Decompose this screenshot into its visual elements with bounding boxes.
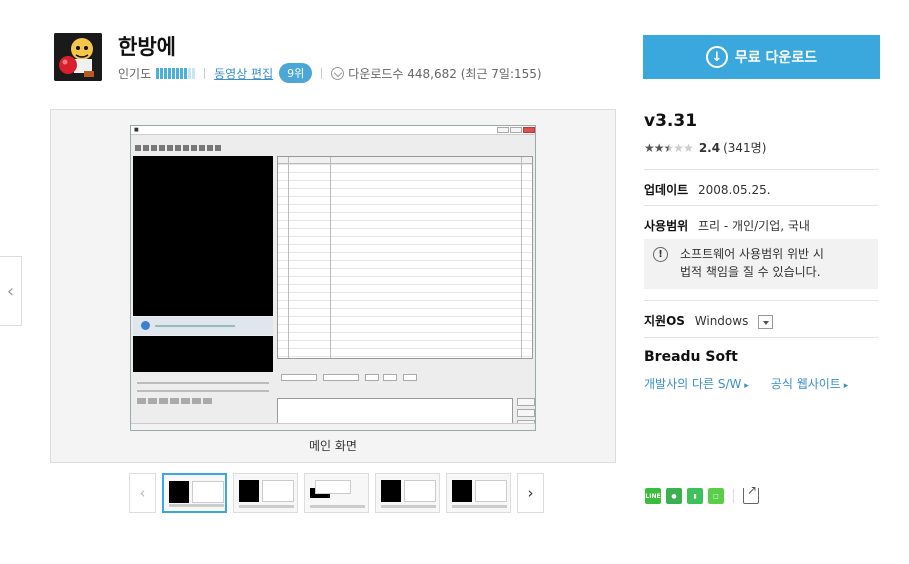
- download-count-icon: [331, 66, 345, 80]
- download-count: 다운로드수 448,682 (최근 7일:155): [348, 66, 542, 81]
- band-share-icon[interactable]: □: [708, 488, 724, 504]
- star-icon: ★: [683, 140, 694, 155]
- chevron-left-icon[interactable]: ‹: [0, 256, 22, 326]
- popularity-segment: [180, 67, 184, 79]
- developer-website-link[interactable]: 공식 웹사이트: [771, 375, 848, 392]
- star-rating-icon: ★★★★★: [644, 140, 694, 155]
- rating: ★★★★★ 2.4 (341명): [644, 139, 766, 156]
- screenshot-image: ■: [130, 125, 536, 431]
- warning-line-1: 소프트웨어 사용범위 위반 시: [680, 247, 824, 261]
- mock-window-controls: [497, 127, 535, 133]
- popularity-bar: [156, 67, 196, 79]
- warning-line-2: 법적 책임을 질 수 있습니다.: [680, 265, 821, 279]
- download-button-label: 무료 다운로드: [734, 50, 818, 66]
- mock-playback-controls: [133, 376, 273, 424]
- developer-name: Breadu Soft: [644, 349, 738, 365]
- divider: [644, 169, 878, 170]
- star-icon: ★: [673, 140, 684, 155]
- thumbnail-next-button[interactable]: ›: [517, 473, 544, 513]
- update-date: 2008.05.25.: [698, 183, 771, 197]
- popularity-segment: [184, 67, 188, 79]
- license-row: 사용범위 프리 - 개인/기업, 국내: [644, 217, 810, 234]
- app-icon: [54, 33, 102, 81]
- exclamation-icon: !: [653, 247, 668, 262]
- mock-menubar: [131, 135, 535, 143]
- kakao-share-icon[interactable]: ●: [666, 488, 682, 504]
- star-icon: ★: [653, 140, 665, 155]
- free-download-button[interactable]: ↓ 무료 다운로드: [643, 35, 880, 79]
- popularity-segment: [164, 67, 168, 79]
- download-circle-icon: ↓: [705, 46, 728, 68]
- os-row: 지원OS Windows: [644, 312, 774, 329]
- popularity-segment: [176, 67, 180, 79]
- mock-video-controls: [133, 317, 273, 335]
- popularity-segment: [188, 67, 192, 79]
- popularity-segment: [192, 67, 196, 79]
- thumbnail-strip: ‹ ›: [129, 473, 544, 513]
- meta-divider: [321, 67, 323, 79]
- screenshot-caption: 메인 화면: [309, 439, 357, 453]
- meta-divider: [204, 67, 206, 79]
- mock-statusbar: [131, 423, 535, 430]
- star-icon: ★: [663, 140, 675, 155]
- os-value: Windows: [694, 314, 749, 328]
- mock-titlebar: ■: [131, 126, 535, 135]
- chevron-right-icon: ›: [527, 484, 534, 502]
- popularity-segment: [156, 67, 160, 79]
- app-meta: 인기도 동영상 편집 9위 다운로드수 448,682 (최근 7일:155): [118, 63, 542, 83]
- os-dropdown-button[interactable]: [758, 314, 774, 329]
- line-share-icon[interactable]: LINE: [645, 488, 661, 504]
- mock-toolbar: [131, 143, 535, 152]
- star-icon: ★: [644, 140, 655, 155]
- developer-links: 개발사의 다른 S/W 공식 웹사이트: [644, 375, 848, 392]
- app-title: 한방에: [118, 35, 176, 59]
- thumbnail-2[interactable]: [233, 473, 298, 513]
- popularity-segment: [168, 67, 172, 79]
- divider: [644, 205, 878, 206]
- popularity-label: 인기도: [118, 66, 152, 81]
- divider: [644, 337, 878, 338]
- popularity-segment: [160, 67, 164, 79]
- share-divider: [733, 489, 734, 503]
- popularity-segment: [172, 67, 176, 79]
- screenshot-viewer[interactable]: ■ 메인 화면: [50, 109, 616, 463]
- update-row: 업데이트 2008.05.25.: [644, 181, 771, 198]
- developer-other-software-link[interactable]: 개발사의 다른 S/W: [644, 375, 749, 392]
- category-link[interactable]: 동영상 편집: [214, 65, 273, 82]
- rating-count: (341명): [723, 141, 767, 155]
- chevron-left-icon: ‹: [139, 484, 146, 502]
- thumbnail-1[interactable]: [162, 473, 227, 513]
- thumbnail-3[interactable]: [304, 473, 369, 513]
- license-warning: ! 소프트웨어 사용범위 위반 시 법적 책임을 질 수 있습니다.: [644, 239, 878, 289]
- divider: [644, 300, 878, 301]
- mock-video-area: [133, 156, 273, 316]
- mock-video-area-2: [133, 336, 273, 372]
- os-label: 지원OS: [644, 314, 685, 328]
- share-icon[interactable]: [743, 483, 759, 504]
- thumbnail-4[interactable]: [375, 473, 440, 513]
- thumbnail-prev-button[interactable]: ‹: [129, 473, 156, 513]
- mock-time-bar: [277, 364, 533, 384]
- license-label: 사용범위: [644, 219, 689, 233]
- rank-badge[interactable]: 9위: [279, 63, 313, 83]
- version: v3.31: [644, 111, 698, 131]
- thumbnail-5[interactable]: [446, 473, 511, 513]
- update-label: 업데이트: [644, 183, 689, 197]
- license-value: 프리 - 개인/기업, 국내: [698, 219, 810, 233]
- mock-title-text: ■: [134, 127, 139, 133]
- rating-score: 2.4: [698, 140, 721, 155]
- share-bar: LINE ● ▮ □: [645, 483, 759, 504]
- bookmark-share-icon[interactable]: ▮: [687, 488, 703, 504]
- mock-subtitle-grid: [277, 156, 533, 359]
